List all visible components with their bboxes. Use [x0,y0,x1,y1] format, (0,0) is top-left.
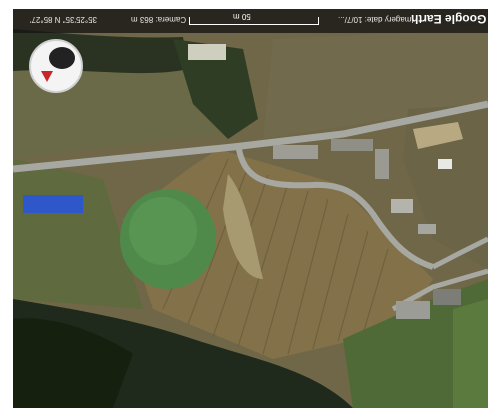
red-pin-icon [41,71,53,82]
navigation-compass-icon[interactable] [29,39,83,93]
scanned-page: Google Earth Imagery date: 10/7/... 50 m… [0,0,500,418]
compass-shadow [49,47,75,69]
coordinates-readout: 35°25'35" N 85°27' [30,15,98,24]
scale-bar [189,17,319,25]
brand-logo: Google Earth [411,12,487,26]
map-top-bar: Google Earth Imagery date: 10/7/... 50 m… [13,9,488,33]
camera-altitude: Camera: 863 m [131,15,187,24]
scale-label: 50 m [233,12,251,21]
map-view[interactable]: Google Earth Imagery date: 10/7/... 50 m… [13,9,488,408]
satellite-imagery[interactable] [13,9,488,408]
imagery-date: Imagery date: 10/7/... [338,15,414,24]
